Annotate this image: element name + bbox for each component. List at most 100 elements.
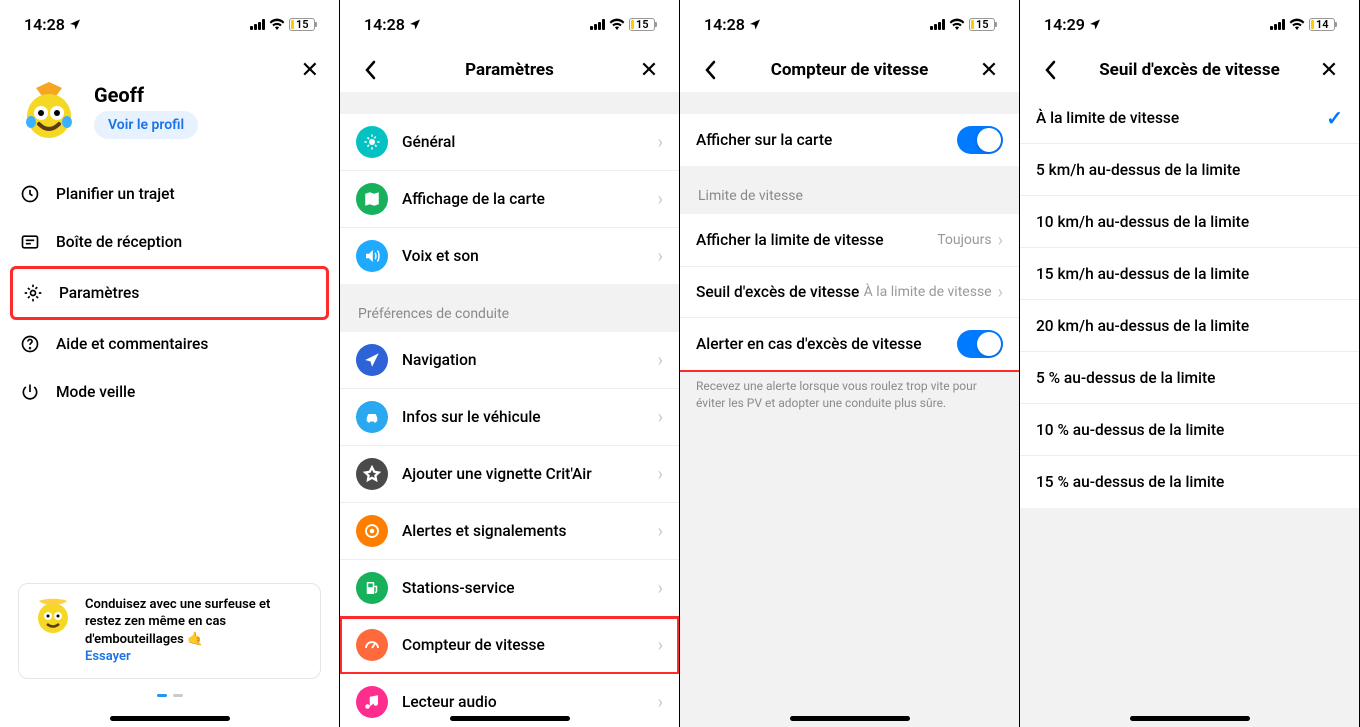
threshold-option[interactable]: 15 % au-dessus de la limite	[1020, 456, 1359, 508]
threshold-option[interactable]: 5 km/h au-dessus de la limite	[1020, 144, 1359, 196]
avatar	[18, 80, 80, 142]
toggle-show-on-map[interactable]	[957, 126, 1003, 154]
row-vehicle[interactable]: Infos sur le véhicule ›	[340, 389, 679, 446]
row-label: Ajouter une vignette Crit'Air	[402, 465, 658, 483]
status-time: 14:28	[364, 15, 405, 34]
home-indicator[interactable]	[450, 716, 570, 721]
menu-settings[interactable]: Paramètres	[10, 266, 329, 320]
home-indicator[interactable]	[1130, 716, 1250, 721]
profile-name: Geoff	[94, 83, 198, 107]
option-label: 15 km/h au-dessus de la limite	[1036, 265, 1343, 283]
option-label: 15 % au-dessus de la limite	[1036, 473, 1343, 491]
threshold-option[interactable]: 20 km/h au-dessus de la limite	[1020, 300, 1359, 352]
promo-card[interactable]: Conduisez avec une surfeuse et restez ze…	[18, 583, 321, 679]
row-voice[interactable]: Voix et son ›	[340, 228, 679, 284]
home-indicator[interactable]	[110, 716, 230, 721]
row-label: Affichage de la carte	[402, 190, 658, 208]
close-button[interactable]: ✕	[1317, 58, 1341, 83]
close-button[interactable]: ✕	[977, 58, 1001, 83]
home-indicator[interactable]	[790, 716, 910, 721]
menu-help[interactable]: Aide et commentaires	[10, 320, 329, 368]
row-critair[interactable]: Ajouter une vignette Crit'Air ›	[340, 446, 679, 503]
gear-icon	[23, 283, 43, 303]
row-label: Afficher sur la carte	[696, 131, 957, 149]
page-title: Paramètres	[465, 60, 554, 80]
status-time: 14:28	[24, 15, 65, 34]
help-icon	[20, 334, 40, 354]
option-label: 10 km/h au-dessus de la limite	[1036, 213, 1343, 231]
group-header: Préférences de conduite	[340, 284, 679, 332]
pager-dot	[157, 694, 167, 697]
row-label: Seuil d'excès de vitesse	[696, 283, 864, 301]
speaker-icon	[356, 240, 388, 272]
car-icon	[356, 401, 388, 433]
chevron-right-icon: ›	[658, 635, 663, 656]
threshold-option[interactable]: À la limite de vitesse✓	[1020, 92, 1359, 144]
wifi-icon	[949, 15, 965, 34]
chevron-right-icon: ›	[658, 692, 663, 713]
back-button[interactable]	[698, 60, 722, 80]
row-label: Stations-service	[402, 579, 658, 597]
menu-item-label: Planifier un trajet	[56, 185, 175, 203]
menu-inbox[interactable]: Boîte de réception	[10, 218, 329, 266]
menu-list: Planifier un trajet Boîte de réception P…	[0, 166, 339, 420]
page-title: Compteur de vitesse	[771, 60, 929, 80]
chevron-right-icon: ›	[658, 189, 663, 210]
group-header: Limite de vitesse	[680, 166, 1019, 214]
row-navigation[interactable]: Navigation ›	[340, 332, 679, 389]
row-gas[interactable]: Stations-service ›	[340, 560, 679, 617]
threshold-option[interactable]: 10 km/h au-dessus de la limite	[1020, 196, 1359, 248]
row-general[interactable]: Général ›	[340, 114, 679, 171]
threshold-option[interactable]: 15 km/h au-dessus de la limite	[1020, 248, 1359, 300]
view-profile-button[interactable]: Voir le profil	[94, 111, 198, 139]
option-label: 5 % au-dessus de la limite	[1036, 369, 1343, 387]
location-icon	[69, 15, 81, 34]
chevron-right-icon: ›	[658, 350, 663, 371]
row-label: Lecteur audio	[402, 693, 658, 711]
menu-sleep[interactable]: Mode veille	[10, 368, 329, 416]
profile-row[interactable]: Geoff Voir le profil	[0, 48, 339, 166]
battery-icon: 15	[969, 18, 995, 31]
check-icon: ✓	[1326, 106, 1343, 130]
status-time: 14:28	[704, 15, 745, 34]
location-icon	[1089, 15, 1101, 34]
panel-speedometer: 14:28 15 Compteur de vitesse ✕ Afficher …	[680, 0, 1020, 727]
toggle-alert-speeding[interactable]	[957, 330, 1003, 358]
row-map[interactable]: Affichage de la carte ›	[340, 171, 679, 228]
menu-item-label: Paramètres	[59, 284, 139, 302]
panel-threshold: 14:29 14 Seuil d'excès de vitesse ✕ À la…	[1020, 0, 1360, 727]
row-show-on-map[interactable]: Afficher sur la carte	[680, 114, 1019, 166]
wifi-icon	[609, 15, 625, 34]
promo-try-link[interactable]: Essayer	[85, 649, 131, 664]
promo-text: Conduisez avec une surfeuse et restez ze…	[85, 596, 306, 666]
row-label: Alertes et signalements	[402, 522, 658, 540]
battery-icon: 14	[1309, 18, 1335, 31]
wifi-icon	[269, 15, 285, 34]
location-icon	[749, 15, 761, 34]
close-button[interactable]: ✕	[637, 58, 661, 83]
chevron-right-icon: ›	[998, 230, 1003, 251]
status-bar: 14:28 15	[340, 0, 679, 48]
row-label: Navigation	[402, 351, 658, 369]
chevron-right-icon: ›	[658, 578, 663, 599]
back-button[interactable]	[358, 60, 382, 80]
row-threshold[interactable]: Seuil d'excès de vitesse À la limite de …	[680, 266, 1019, 318]
row-alert-speeding[interactable]: Alerter en cas d'excès de vitesse	[680, 318, 1019, 370]
row-show-limit[interactable]: Afficher la limite de vitesse Toujours ›	[680, 214, 1019, 266]
settings-body: À la limite de vitesse✓5 km/h au-dessus …	[1020, 92, 1359, 727]
threshold-option[interactable]: 10 % au-dessus de la limite	[1020, 404, 1359, 456]
threshold-option[interactable]: 5 % au-dessus de la limite	[1020, 352, 1359, 404]
menu-item-label: Boîte de réception	[56, 233, 182, 251]
nav-header: Seuil d'excès de vitesse ✕	[1020, 48, 1359, 92]
menu-plan-trip[interactable]: Planifier un trajet	[10, 170, 329, 218]
row-speedometer[interactable]: Compteur de vitesse ›	[340, 617, 679, 674]
signal-icon	[930, 19, 945, 30]
settings-body: Afficher sur la carte Limite de vitesse …	[680, 92, 1019, 727]
status-bar: 14:29 14	[1020, 0, 1359, 48]
row-alerts[interactable]: Alertes et signalements ›	[340, 503, 679, 560]
chevron-right-icon: ›	[658, 521, 663, 542]
close-icon[interactable]: ✕	[301, 58, 319, 83]
back-button[interactable]	[1038, 60, 1062, 80]
settings-body: Général › Affichage de la carte › Voix e…	[340, 92, 679, 727]
wifi-icon	[1289, 15, 1305, 34]
